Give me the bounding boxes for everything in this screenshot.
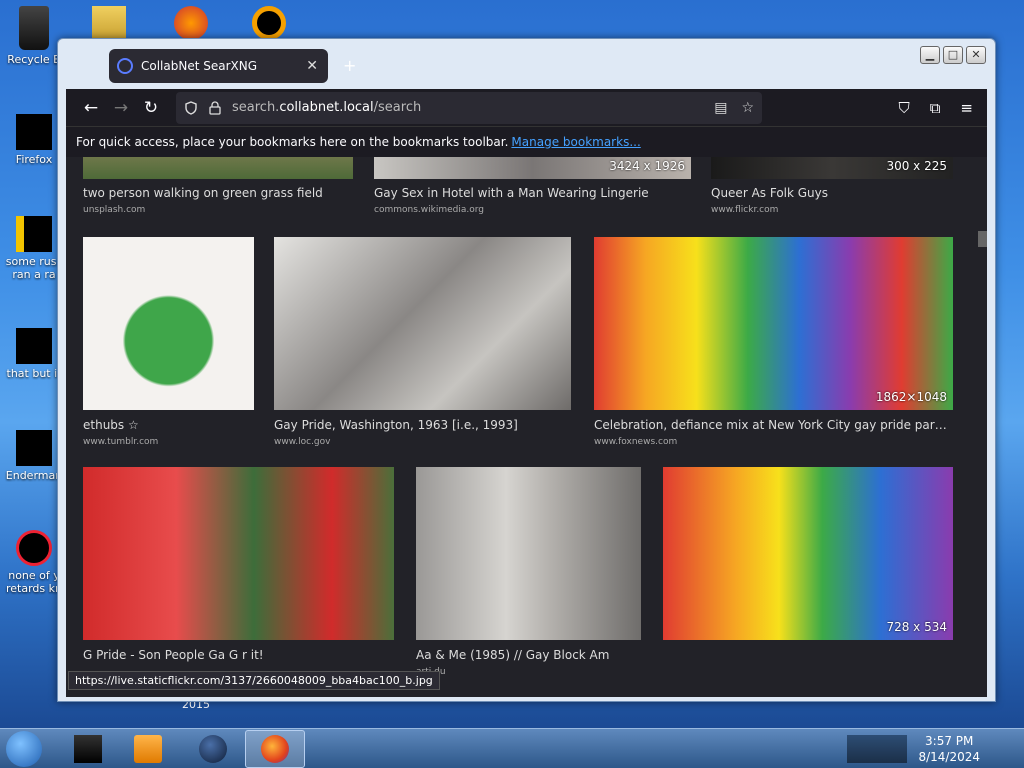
maximize-button[interactable]: □	[943, 46, 963, 64]
image-result[interactable]: Aa & Me (1985) // Gay Block Am arti du	[416, 467, 641, 687]
search-icon	[117, 58, 133, 74]
menu-icon[interactable]: ≡	[960, 99, 973, 117]
minimize-button[interactable]: ▁	[920, 46, 940, 64]
desktop-icon-enderman[interactable]: Enderman	[4, 430, 64, 482]
pocket-icon[interactable]: ⛉	[898, 99, 909, 117]
result-image[interactable]: 728 x 534	[663, 467, 953, 640]
firefox-window: ▁ □ ✕ CollabNet SearXNG ✕ + ← → ↻ search…	[57, 38, 996, 702]
shield-icon[interactable]	[184, 100, 198, 115]
desktop-icon-file-1[interactable]: some russ ran a ra	[4, 216, 64, 281]
firefox-icon	[16, 114, 52, 150]
image-result[interactable]: 3424 x 1926 Gay Sex in Hotel with a Man …	[374, 157, 691, 227]
image-result[interactable]: G Pride - Son People Ga G r it!	[83, 467, 394, 687]
bookmark-star-icon[interactable]: ☆	[741, 100, 754, 116]
desktop-icon-file-2[interactable]: that but it	[4, 328, 64, 380]
url-text: search.collabnet.local/search	[232, 100, 422, 115]
image-result[interactable]: Gay Pride, Washington, 1963 [i.e., 1993]…	[274, 237, 571, 449]
media-player-icon[interactable]	[134, 735, 162, 763]
image-result[interactable]: 1862×1048 Celebration, defiance mix at N…	[594, 237, 953, 449]
link-status-tooltip: https://live.staticflickr.com/3137/26600…	[68, 671, 440, 690]
navigation-toolbar: ← → ↻ search.collabnet.local/search ▤ ☆ …	[66, 89, 987, 126]
result-image[interactable]: 3424 x 1926	[374, 157, 691, 179]
url-bar[interactable]: search.collabnet.local/search ▤ ☆	[176, 91, 762, 124]
result-image[interactable]	[274, 237, 571, 410]
image-result[interactable]: ethubs ☆ www.tumblr.com	[83, 237, 254, 449]
back-arrow-icon[interactable]: ←	[76, 98, 106, 118]
document-icon	[16, 216, 52, 252]
app-icon[interactable]	[252, 6, 286, 40]
forward-arrow-icon[interactable]: →	[106, 98, 136, 118]
folder-icon[interactable]	[92, 6, 126, 40]
image-result[interactable]: 728 x 534	[663, 467, 953, 687]
result-image[interactable]	[83, 467, 394, 640]
result-image[interactable]: 1862×1048	[594, 237, 953, 410]
desktop-icon-file-3[interactable]: none of y retards kn	[4, 530, 64, 595]
browser-viewport: ← → ↻ search.collabnet.local/search ▤ ☆ …	[66, 89, 987, 697]
reader-view-icon[interactable]: ▤	[714, 100, 727, 116]
application-icon	[16, 430, 52, 466]
manage-bookmarks-link[interactable]: Manage bookmarks...	[511, 135, 640, 149]
close-tab-icon[interactable]: ✕	[306, 58, 318, 74]
firefox-icon[interactable]	[261, 735, 289, 763]
extensions-icon[interactable]: ⧉	[930, 99, 941, 117]
new-tab-button[interactable]: +	[343, 56, 356, 75]
result-image[interactable]	[83, 157, 353, 179]
result-image[interactable]	[83, 237, 254, 410]
terminal-icon[interactable]	[74, 735, 102, 763]
desktop-icon-firefox[interactable]: Firefox	[4, 114, 64, 166]
taskbar: 3:57 PM 8/14/2024	[0, 728, 1024, 768]
app-icon[interactable]	[174, 6, 208, 40]
clock[interactable]: 3:57 PM 8/14/2024	[918, 733, 980, 765]
scrollbar-thumb[interactable]	[978, 231, 987, 247]
document-icon	[16, 328, 52, 364]
result-image[interactable]	[416, 467, 641, 640]
image-results: two person walking on green grass field …	[66, 157, 978, 697]
image-result[interactable]: 300 x 225 Queer As Folk Guys www.flickr.…	[711, 157, 953, 227]
tray-icons[interactable]	[847, 735, 907, 763]
start-button[interactable]	[6, 731, 42, 767]
reload-icon[interactable]: ↻	[136, 98, 166, 118]
tab-collabnet-searxng[interactable]: CollabNet SearXNG ✕	[109, 49, 328, 83]
globe-icon[interactable]	[199, 735, 227, 763]
scrollbar[interactable]	[978, 157, 987, 697]
desktop-icon-recycle-bin[interactable]: Recycle B	[4, 6, 64, 66]
result-image[interactable]: 300 x 225	[711, 157, 953, 179]
close-window-button[interactable]: ✕	[966, 46, 986, 64]
image-result[interactable]: two person walking on green grass field …	[83, 157, 353, 227]
recycle-bin-icon	[19, 6, 49, 50]
bookmarks-toolbar: For quick access, place your bookmarks h…	[66, 126, 987, 156]
media-icon	[16, 530, 52, 566]
lock-icon[interactable]	[208, 100, 222, 115]
